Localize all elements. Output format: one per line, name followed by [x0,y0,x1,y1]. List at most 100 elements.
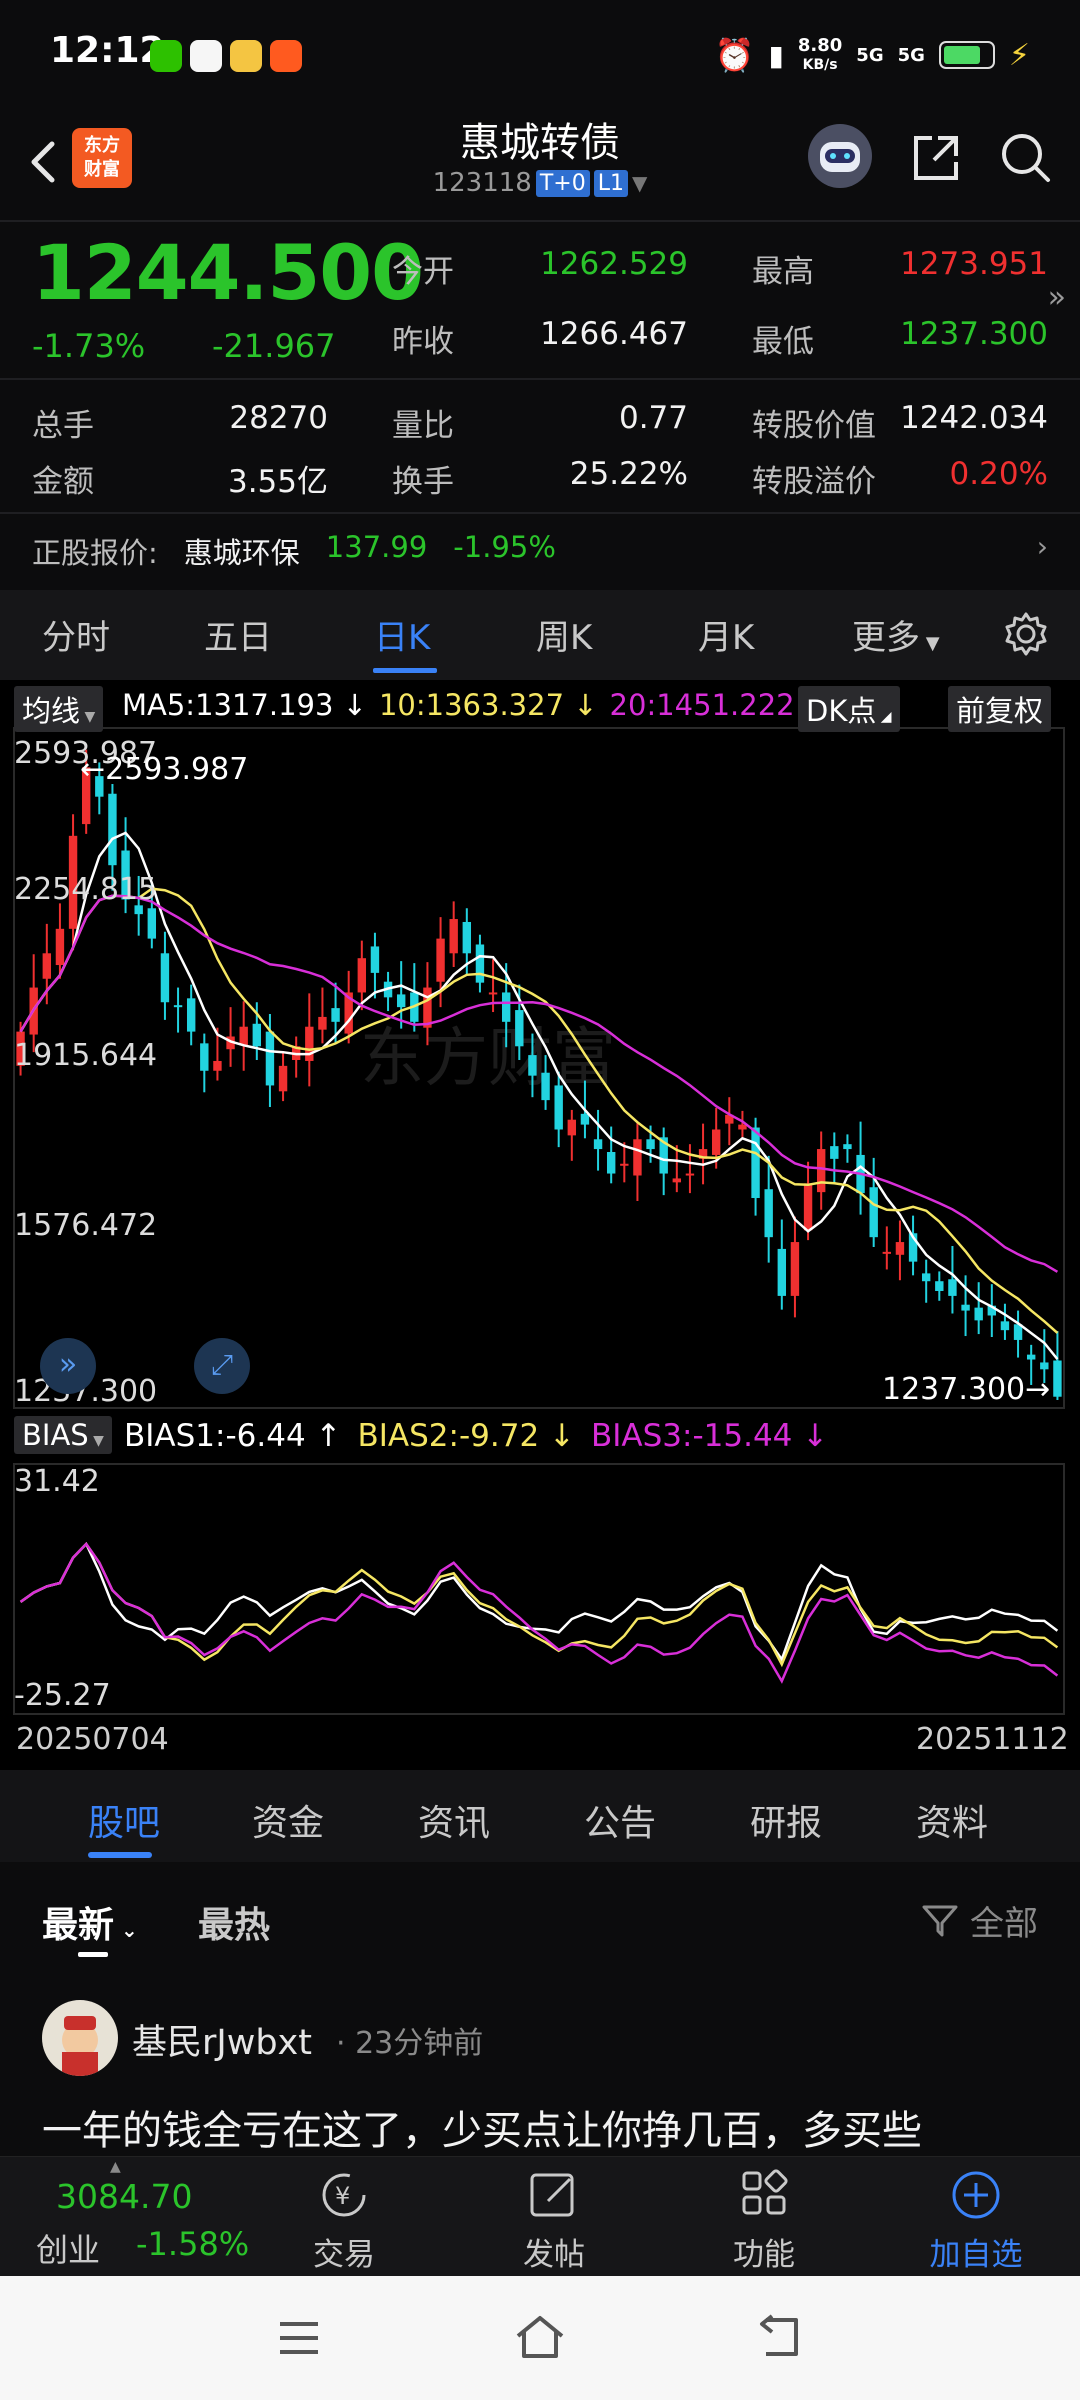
candle-body [239,1026,248,1046]
candle-body [961,1304,970,1311]
alarm-icon: ⏰ [714,36,755,74]
candle-body [541,1072,550,1101]
bias3-line [19,1542,1059,1684]
prev-close-label: 昨收 [392,324,454,360]
conv-value-label: 转股价值 [752,408,876,444]
post-button[interactable]: 发帖 [494,2169,614,2274]
fullscreen-icon[interactable]: ⤢ [194,1338,250,1394]
index-name[interactable]: 创业 [36,2225,100,2271]
post-username[interactable]: 基民rJwbxt [132,2014,312,2065]
chevron-right-icon[interactable]: › [1037,530,1048,563]
tab-funds[interactable]: 资金 [252,1794,324,1846]
edit-icon [530,2173,574,2217]
kline-chart-area[interactable]: 东方财富 均线 ▼ MA5:1317.193 ↓ 10:1363.327 ↓ 2… [0,680,1080,1770]
home-icon[interactable] [514,2314,566,2360]
add-watchlist-button[interactable]: 加自选 [916,2169,1036,2274]
tab-announcements[interactable]: 公告 [584,1794,656,1846]
candle-body [1040,1362,1049,1370]
ma-selector[interactable]: 均线 ▼ [14,686,104,732]
bias-chart-frame [13,1463,1065,1715]
tab-monthly-k[interactable]: 月K [698,610,754,659]
volume-ratio-label: 量比 [392,408,454,444]
candle-body [501,992,511,1022]
candle-body [528,1055,537,1076]
candle-body [790,1242,800,1296]
candle-body [436,938,445,982]
function-button[interactable]: 功能 [704,2169,824,2274]
y-tick-label: 1576.472 [14,1208,158,1243]
underlying-price: 137.99 [325,530,428,564]
period-tabs: 分时 五日 日K 周K 月K 更多 ▼ [0,590,1080,680]
high-label: 最高 [752,254,814,290]
candle-body [921,1273,931,1282]
candle-body [1053,1360,1062,1397]
candle-body [580,1113,590,1125]
share-icon[interactable] [908,130,964,186]
volume-value: 28270 [229,400,328,436]
expand-panel-icon[interactable]: » [40,1338,96,1394]
gear-icon[interactable] [1002,610,1050,658]
post-text[interactable]: 一年的钱全亏在这了，少买点让你挣几百，多买些 [42,2098,922,2156]
prev-close-value: 1266.467 [540,316,688,352]
dk-point-button[interactable]: DK点 ◢ [798,686,900,732]
divider [0,378,1080,380]
adjust-button[interactable]: 前复权 [948,686,1052,732]
status-bar: 12:12 ⏰ ▮ 8.80 KB/s 5G 5G ⚡ [0,0,1080,110]
candle-body [186,998,196,1032]
candle-body [974,1307,983,1321]
candle-body [331,1008,340,1022]
header: 东方 财富 惠城转债 123118 T+0 L1 ▼ [0,110,1080,220]
indicator-selector[interactable]: BIAS ▼ [14,1416,112,1454]
sort-latest-button[interactable]: 最新 ⌄ [42,1896,138,1948]
index-value[interactable]: 3084.70 [56,2177,192,2216]
tab-profile[interactable]: 资料 [916,1794,988,1846]
tab-forum[interactable]: 股吧 [88,1794,160,1846]
tab-intraday[interactable]: 分时 [42,610,110,659]
candle-body [711,1129,721,1155]
tab-research[interactable]: 研报 [750,1794,822,1846]
candle-body [554,1085,563,1130]
tab-daily-k[interactable]: 日K [374,610,430,659]
candle-body [620,1163,629,1166]
chart-grid [13,727,1065,1715]
tab-news[interactable]: 资讯 [418,1794,490,1846]
divider [0,512,1080,514]
bias-legend: BIAS1:-6.44 ↑ BIAS2:-9.72 ↓ BIAS3:-15.44… [124,1418,828,1454]
filter-button[interactable]: 全部 [920,1896,1038,1945]
y-tick-label: 1915.644 [14,1038,158,1073]
caret-up-icon: ▲ [110,2159,121,2175]
candle-body [396,994,406,1008]
end-date-label: 20251112 [916,1722,1069,1757]
ai-assistant-icon[interactable] [808,124,872,188]
trade-button[interactable]: ¥ 交易 [284,2169,404,2274]
ma-lines [19,831,1059,1360]
underlying-stock-row[interactable]: 正股报价: 惠城环保 137.99 -1.95% [32,530,556,572]
sort-hot-button[interactable]: 最热 [198,1896,270,1948]
ma5-line [19,831,1059,1360]
index-change[interactable]: -1.58% [136,2225,249,2263]
ma20-value: 20:1451.222 ↓ [609,688,829,722]
tab-five-day[interactable]: 五日 [204,610,272,659]
candle-body [738,1124,747,1130]
l1-badge: L1 [593,169,628,197]
underlying-name: 惠城环保 [183,536,300,570]
active-tab-underline [88,1852,152,1858]
search-icon[interactable] [998,130,1054,186]
expand-more-icon[interactable]: » [1048,280,1066,315]
candle-body [869,1187,878,1238]
avatar[interactable] [42,2000,118,2076]
menu-icon[interactable] [276,2318,322,2358]
forum-post[interactable]: 基民rJwbxt · 23分钟前 一年的钱全亏在这了，少买点让你挣几百，多买些 [0,1972,1080,2154]
ma10-value: 10:1363.327 ↓ [378,688,598,722]
back-nav-icon[interactable] [756,2314,802,2360]
y-tick-label: 2254.815 [14,872,158,907]
candle-body [633,1139,642,1176]
candle-body [895,1242,905,1255]
bias3-value: BIAS3:-15.44 ↓ [591,1418,829,1454]
tab-more[interactable]: 更多 ▼ [852,610,940,659]
content-tabs: 股吧 资金 资讯 公告 研报 资料 [0,1770,1080,1862]
candle-body [830,1146,839,1159]
candle-body [515,1010,524,1047]
kline-chart: 东方财富 [13,727,1065,1715]
tab-weekly-k[interactable]: 周K [536,610,592,659]
